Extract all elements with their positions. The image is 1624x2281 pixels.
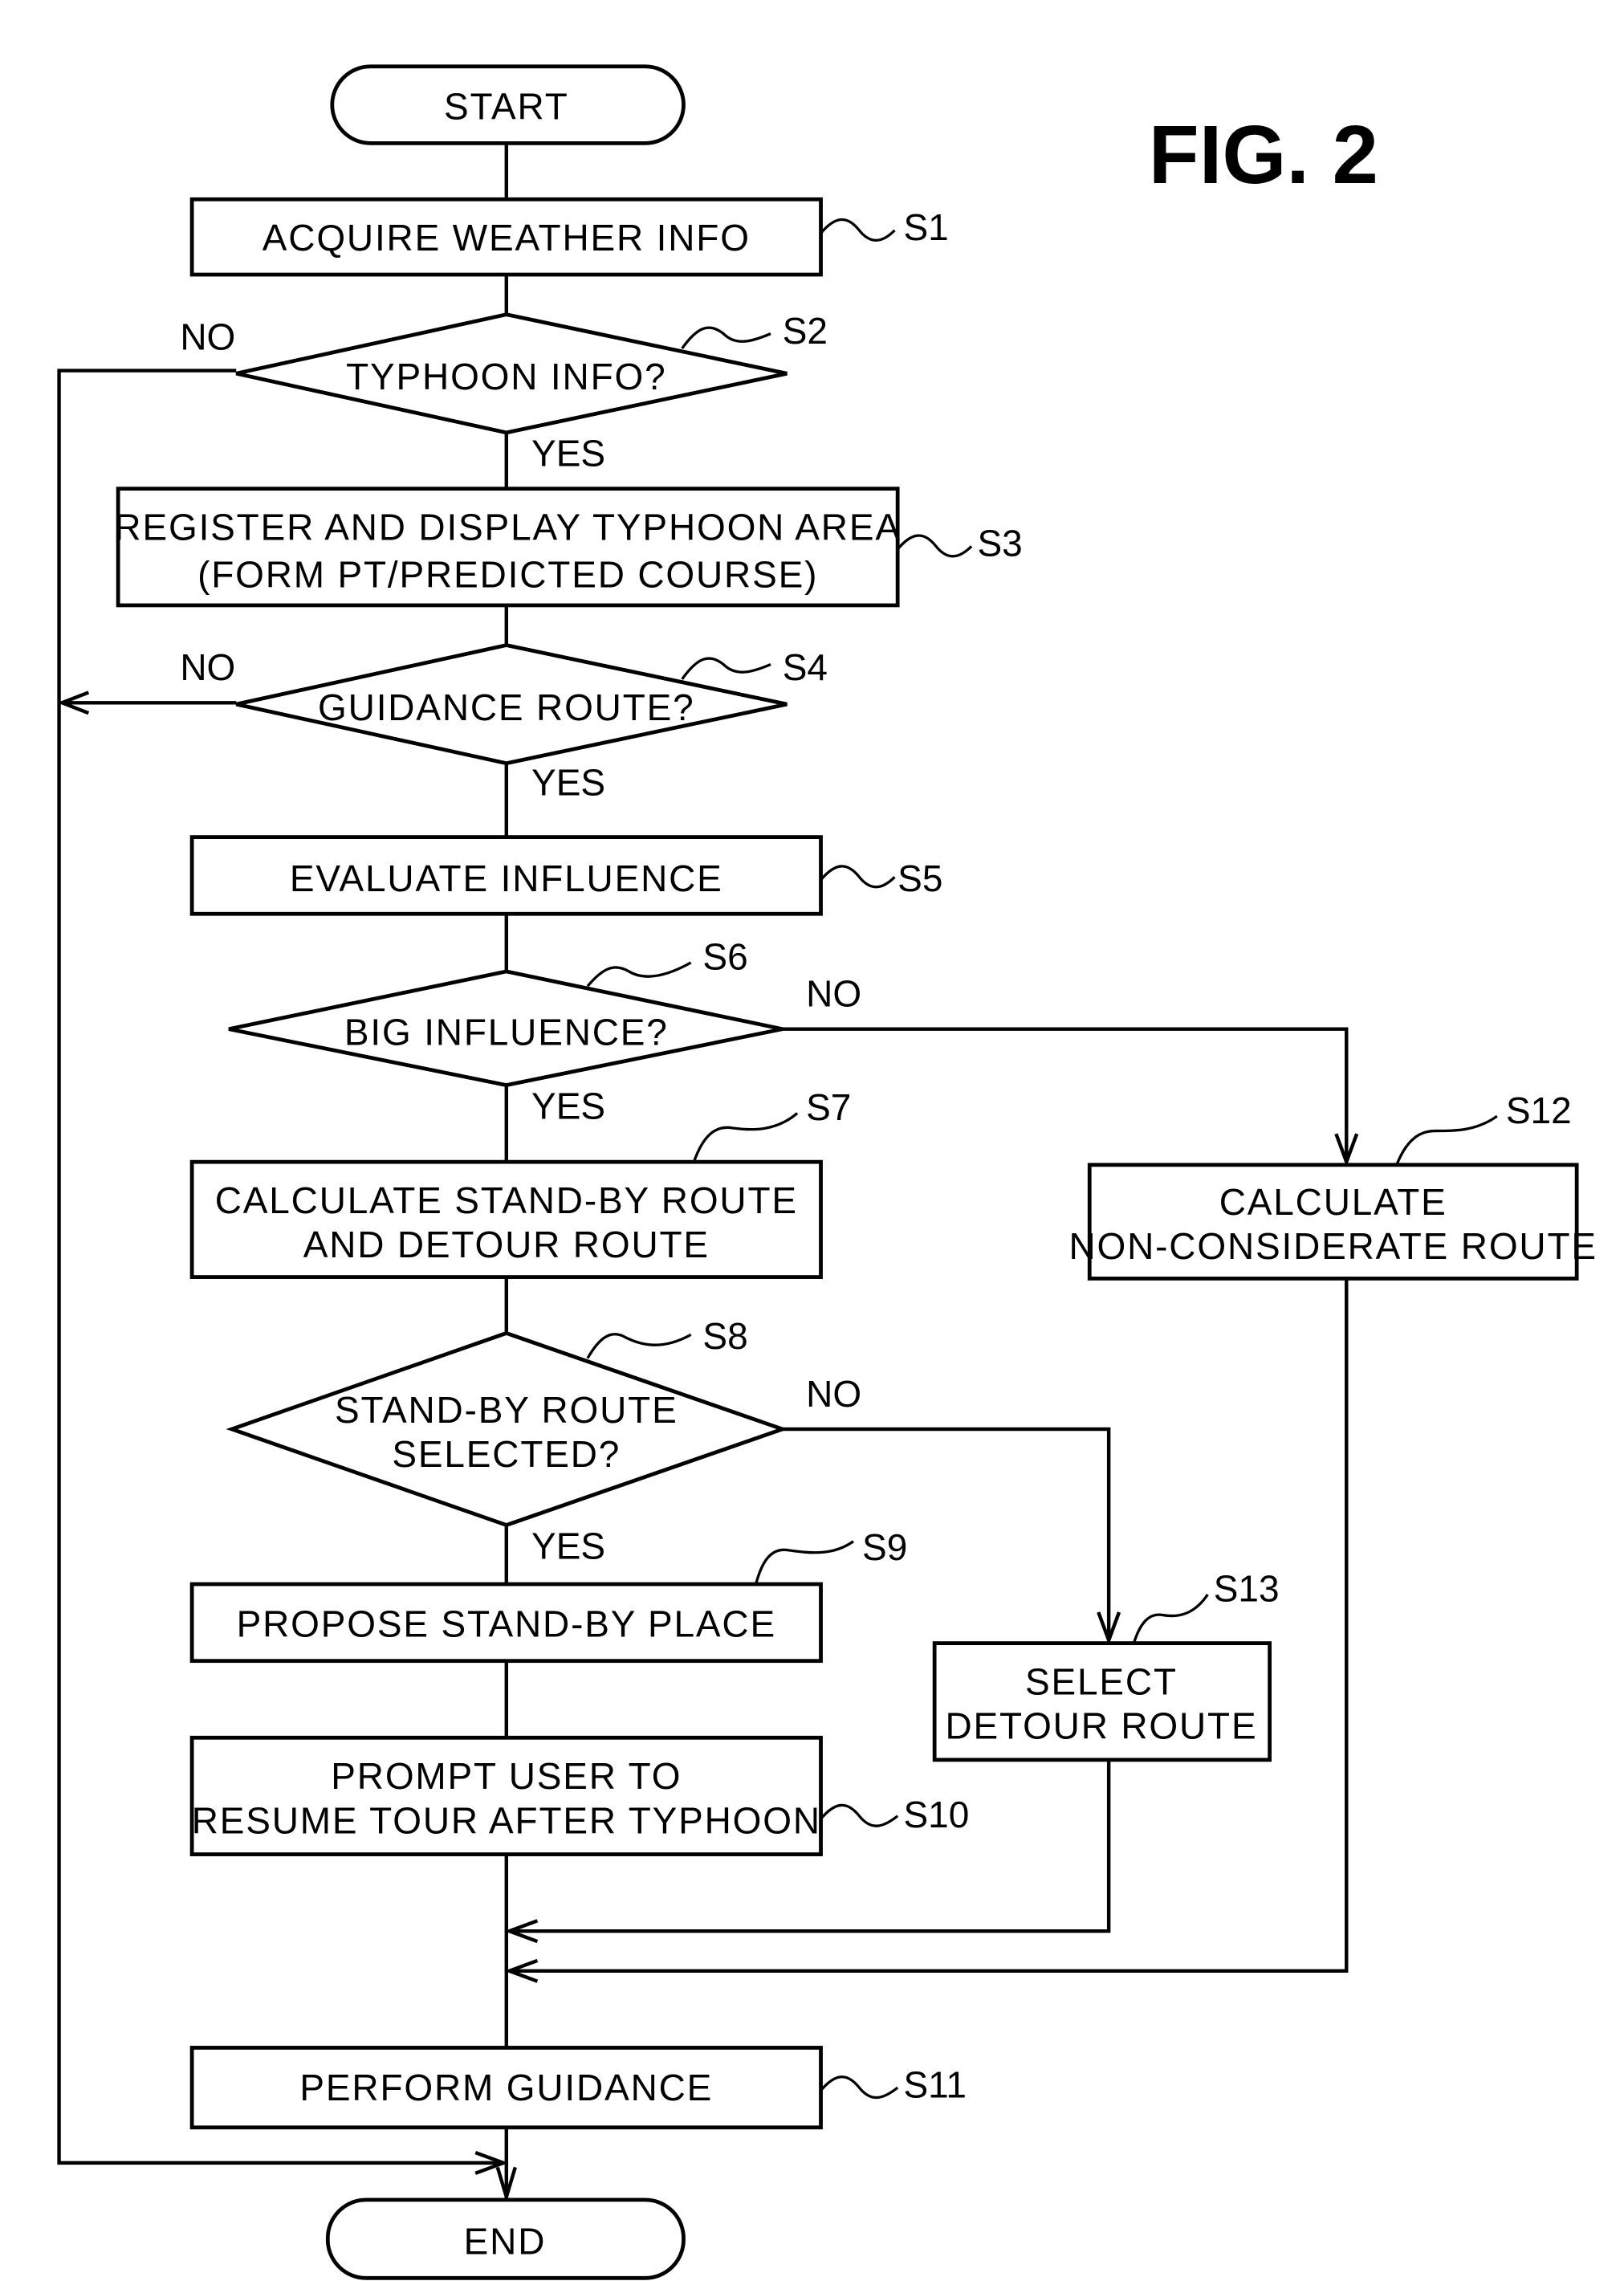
s13-label-line1: SELECT: [1025, 1660, 1178, 1702]
figure-label: FIG. 2: [1149, 108, 1378, 201]
end-label: END: [464, 2220, 547, 2262]
s3-label-line1: REGISTER AND DISPLAY TYPHOON AREA: [114, 506, 901, 548]
s4-step-id: S4: [783, 646, 828, 688]
s1-leader: [820, 218, 896, 242]
s6-leader: [586, 961, 692, 988]
s12-label-line2: NON-CONSIDERATE ROUTE: [1068, 1225, 1597, 1267]
s2-label: TYPHOON INFO?: [346, 356, 666, 397]
s11-label: PERFORM GUIDANCE: [299, 2067, 713, 2108]
s2-leader: [681, 326, 771, 349]
flowchart: FIG. 2 START ACQUIRE WEATHER INFO S1 TYP…: [57, 64, 1597, 2280]
step-s4-decision: GUIDANCE ROUTE? S4 NO YES: [180, 643, 828, 804]
s6-step-id: S6: [702, 936, 747, 978]
s7-label-line2: AND DETOUR ROUTE: [303, 1224, 710, 1265]
s2-no-label: NO: [180, 316, 235, 357]
s8-label-line1: STAND-BY ROUTE: [335, 1389, 678, 1431]
s8-step-id: S8: [702, 1315, 747, 1357]
s13-leader: [1132, 1594, 1209, 1644]
step-s7-box: CALCULATE STAND-BY ROUTE AND DETOUR ROUT…: [189, 1086, 851, 1279]
s4-no-label: NO: [180, 646, 235, 688]
s5-step-id: S5: [897, 857, 942, 899]
s11-leader: [820, 2075, 899, 2100]
step-s11-box: PERFORM GUIDANCE S11: [189, 2046, 967, 2130]
s12-label-line1: CALCULATE: [1219, 1181, 1447, 1223]
s5-label: EVALUATE INFLUENCE: [290, 857, 723, 899]
edge-s6-no-s12: [782, 1027, 1349, 1163]
s3-label-line2: (FORM PT/PREDICTED COURSE): [197, 553, 818, 595]
s8-no-label: NO: [806, 1373, 861, 1415]
s13-step-id: S13: [1214, 1568, 1280, 1610]
s3-leader: [896, 534, 973, 558]
s7-step-id: S7: [806, 1086, 851, 1128]
s1-step-id: S1: [904, 206, 949, 248]
step-s2-decision: TYPHOON INFO? S2 NO YES: [180, 310, 828, 475]
s3-step-id: S3: [977, 523, 1022, 564]
step-s10-box: PROMPT USER TO RESUME TOUR AFTER TYPHOON…: [189, 1735, 970, 1856]
start-terminal: START: [330, 64, 686, 145]
s7-leader: [692, 1112, 799, 1163]
s10-leader: [820, 1803, 899, 1827]
s8-label-line2: SELECTED?: [392, 1433, 621, 1475]
s5-leader: [820, 865, 896, 889]
end-terminal: END: [325, 2197, 686, 2280]
s6-no-label: NO: [806, 973, 861, 1015]
step-s8-decision: STAND-BY ROUTE SELECTED? S8 NO YES: [226, 1315, 861, 1566]
s9-step-id: S9: [862, 1526, 907, 1568]
s1-label: ACQUIRE WEATHER INFO: [263, 217, 751, 259]
s4-label: GUIDANCE ROUTE?: [318, 686, 694, 728]
s8-yes-label: YES: [531, 1525, 605, 1566]
s8-leader: [586, 1333, 692, 1359]
s9-label: PROPOSE STAND-BY PLACE: [237, 1603, 776, 1645]
s13-label-line2: DETOUR ROUTE: [945, 1705, 1257, 1747]
step-s1-box: ACQUIRE WEATHER INFO S1: [189, 197, 949, 277]
s11-step-id: S11: [904, 2063, 967, 2105]
step-s3-box: REGISTER AND DISPLAY TYPHOON AREA (FORM …: [114, 487, 1023, 608]
s6-yes-label: YES: [531, 1085, 605, 1126]
step-s12-box: CALCULATE NON-CONSIDERATE ROUTE S12: [1068, 1090, 1597, 1281]
s10-label-line2: RESUME TOUR AFTER TYPHOON: [192, 1799, 821, 1841]
s9-leader: [755, 1540, 854, 1585]
s6-label: BIG INFLUENCE?: [344, 1011, 669, 1053]
edge-s8-no-s13: [782, 1427, 1111, 1640]
step-s5-box: EVALUATE INFLUENCE S5: [189, 835, 942, 916]
start-label: START: [444, 85, 569, 127]
s2-step-id: S2: [783, 310, 828, 352]
s12-leader: [1395, 1114, 1498, 1166]
s10-label-line1: PROMPT USER TO: [331, 1755, 682, 1797]
s7-label-line1: CALCULATE STAND-BY ROUTE: [215, 1179, 798, 1221]
s4-leader: [681, 657, 771, 680]
step-s13-box: SELECT DETOUR ROUTE S13: [932, 1568, 1280, 1762]
s4-yes-label: YES: [531, 762, 605, 804]
step-s6-decision: BIG INFLUENCE? S6 NO YES: [228, 936, 861, 1126]
s2-yes-label: YES: [531, 433, 605, 475]
s10-step-id: S10: [904, 1794, 970, 1835]
s12-step-id: S12: [1506, 1090, 1572, 1131]
